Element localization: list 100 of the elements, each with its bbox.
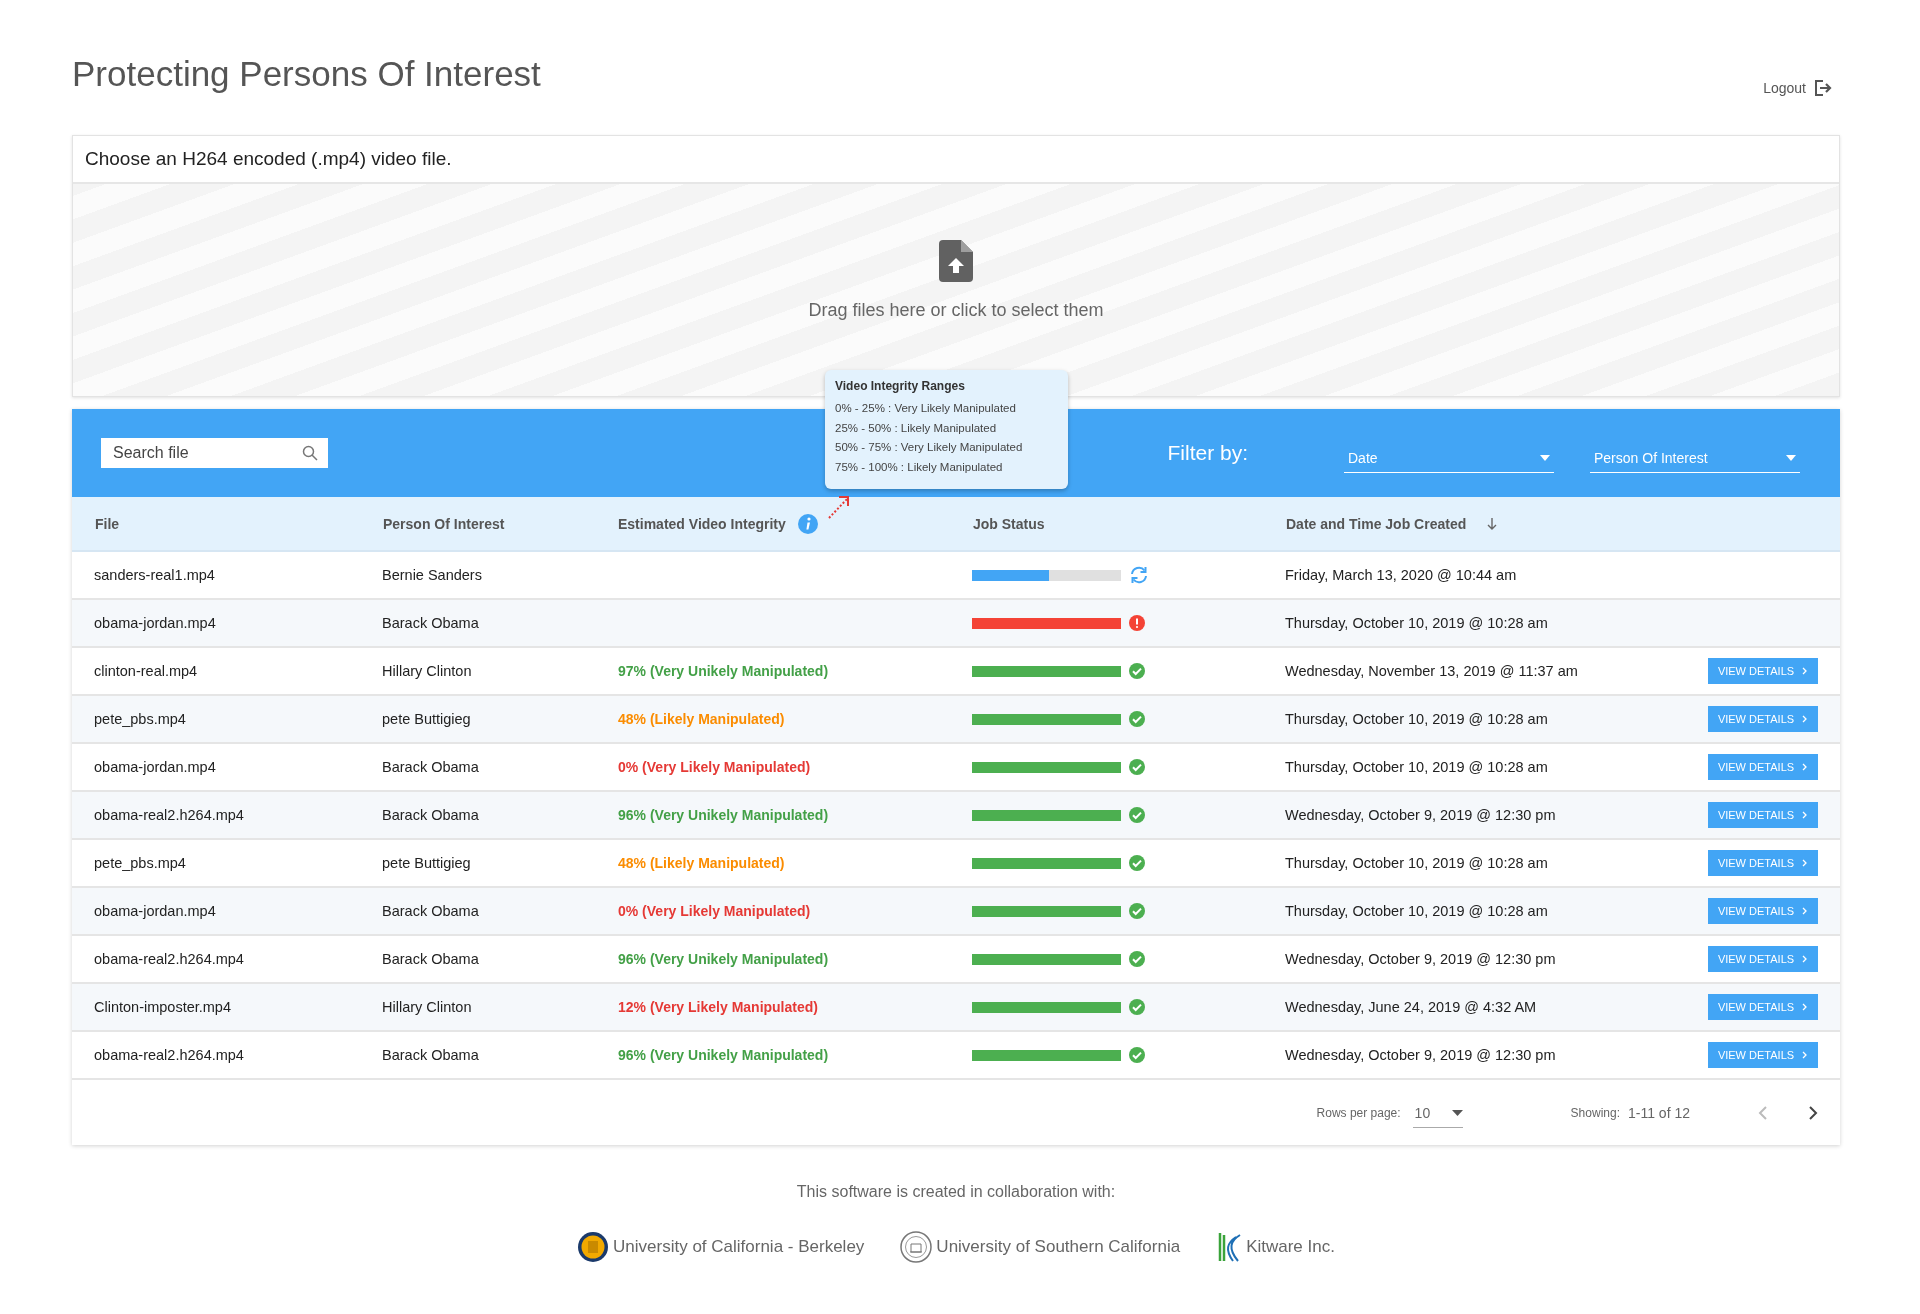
table-cell: Wednesday, October 9, 2019 @ 12:30 pm [1285, 1047, 1556, 1063]
check-icon [1129, 951, 1145, 967]
search-field[interactable]: Search file [101, 438, 328, 468]
table-cell: Thursday, October 10, 2019 @ 10:28 am [1285, 759, 1548, 775]
view-details-button[interactable]: VIEW DETAILS [1708, 994, 1818, 1020]
table-cell: Hillary Clinton [382, 999, 472, 1015]
table-cell: obama-jordan.mp4 [94, 903, 216, 919]
showing-label: Showing: [1570, 1105, 1620, 1120]
view-details-button[interactable]: VIEW DETAILS [1708, 754, 1818, 780]
check-icon [1129, 999, 1145, 1015]
chevron-right-icon [1802, 715, 1809, 723]
refresh-icon [1129, 566, 1149, 584]
column-header: Date and Time Job Created [1286, 515, 1467, 532]
view-details-button[interactable]: VIEW DETAILS [1708, 850, 1818, 876]
tooltip-line: 50% - 75% : Very Likely Manipulated [835, 440, 1024, 455]
table-cell: pete Buttigieg [382, 711, 471, 727]
check-icon [1129, 1047, 1145, 1063]
stripes-logo-icon [1216, 1231, 1243, 1263]
integrity-rating: 96% (Very Unikely Manipulated) [618, 951, 829, 967]
table-cell: Wednesday, June 24, 2019 @ 4:32 AM [1285, 999, 1537, 1015]
integrity-rating: 0% (Very Likely Manipulated) [618, 903, 811, 919]
chevron-right-icon [1802, 1003, 1809, 1011]
table-cell: Hillary Clinton [382, 663, 472, 679]
table-cell: obama-real2.h264.mp4 [94, 951, 244, 967]
table-cell: Bernie Sanders [382, 567, 482, 583]
error-icon [1129, 615, 1145, 631]
partner-name: University of Southern California [936, 1237, 1181, 1257]
sort-arrow-icon[interactable] [1486, 516, 1499, 531]
view-details-button[interactable]: VIEW DETAILS [1708, 706, 1818, 732]
drop-prompt: Drag files here or click to select them [808, 299, 1104, 321]
table-cell: obama-real2.h264.mp4 [94, 1047, 244, 1063]
chevron-right-icon [1802, 763, 1809, 771]
logout-icon [1812, 77, 1832, 98]
chevron-right-icon [1802, 907, 1809, 915]
table-cell: Clinton-imposter.mp4 [94, 999, 231, 1015]
search-icon [302, 445, 318, 461]
view-details-button[interactable]: VIEW DETAILS [1708, 658, 1818, 684]
file-upload-icon [939, 239, 973, 282]
rows-per-page-dropdown[interactable]: 10 [1412, 1103, 1463, 1128]
integrity-rating: 96% (Very Unikely Manipulated) [618, 1047, 829, 1063]
collaboration-note: This software is created in collaboration with: [795, 1183, 1117, 1201]
filter-label: Filter by: [1167, 441, 1248, 465]
chevron-right-icon [1802, 1051, 1809, 1059]
filter-dropdown[interactable]: Person Of Interest [1590, 443, 1800, 473]
chevron-right-icon [1802, 667, 1809, 675]
view-details-button[interactable]: VIEW DETAILS [1708, 898, 1818, 924]
table-cell: Wednesday, October 9, 2019 @ 12:30 pm [1285, 807, 1556, 823]
table-cell: Wednesday, November 13, 2019 @ 11:37 am [1285, 663, 1578, 679]
info-icon[interactable] [797, 513, 818, 534]
caret-icon [1451, 1110, 1463, 1116]
table-cell: Thursday, October 10, 2019 @ 10:28 am [1285, 615, 1548, 631]
partner-name: University of California - Berkeley [613, 1237, 865, 1257]
caret-icon [1786, 454, 1796, 461]
integrity-rating: 96% (Very Unikely Manipulated) [618, 807, 829, 823]
chevron-right-icon [1802, 859, 1809, 867]
partner-name: Kitware Inc. [1246, 1237, 1335, 1257]
integrity-rating: 48% (Likely Manipulated) [618, 711, 785, 727]
chevron-right-icon [1802, 955, 1809, 963]
table-cell: Barack Obama [382, 951, 479, 967]
table-cell: Barack Obama [382, 1047, 479, 1063]
column-header: File [95, 515, 120, 532]
seal-icon [900, 1231, 933, 1263]
table-cell: pete_pbs.mp4 [94, 711, 186, 727]
view-details-button[interactable]: VIEW DETAILS [1708, 946, 1818, 972]
check-icon [1129, 807, 1145, 823]
tooltip-line: 0% - 25% : Very Likely Manipulated [835, 401, 1017, 416]
logout-link[interactable]: Logout [1763, 37, 1832, 98]
table-cell: Thursday, October 10, 2019 @ 10:28 am [1285, 903, 1548, 919]
tooltip-title: Video Integrity Ranges [835, 379, 966, 393]
rows-per-page-label: Rows per page: [1316, 1105, 1401, 1120]
integrity-rating: 12% (Very Likely Manipulated) [618, 999, 818, 1015]
caret-icon [1540, 454, 1550, 461]
check-icon [1129, 711, 1145, 727]
table-cell: Barack Obama [382, 615, 479, 631]
table-cell: Thursday, October 10, 2019 @ 10:28 am [1285, 711, 1548, 727]
column-header: Job Status [973, 515, 1045, 532]
integrity-rating: 97% (Very Unikely Manipulated) [618, 663, 829, 679]
pointer-arrow [827, 494, 851, 520]
check-icon [1129, 759, 1145, 775]
filter-dropdown[interactable]: Date [1344, 443, 1554, 473]
table-cell: Thursday, October 10, 2019 @ 10:28 am [1285, 855, 1548, 871]
table-cell: pete_pbs.mp4 [94, 855, 186, 871]
view-details-button[interactable]: VIEW DETAILS [1708, 1042, 1818, 1068]
view-details-button[interactable]: VIEW DETAILS [1708, 802, 1818, 828]
next-page-icon[interactable] [1808, 1104, 1818, 1121]
table-cell: clinton-real.mp4 [94, 663, 198, 679]
check-icon [1129, 855, 1145, 871]
table-cell: Barack Obama [382, 807, 479, 823]
table-cell: Friday, March 13, 2020 @ 10:44 am [1285, 567, 1517, 583]
table-cell: obama-real2.h264.mp4 [94, 807, 244, 823]
chevron-right-icon [1802, 811, 1809, 819]
tooltip-line: 25% - 50% : Likely Manipulated [835, 420, 998, 436]
table-cell: Wednesday, October 9, 2019 @ 12:30 pm [1285, 951, 1556, 967]
check-icon [1129, 903, 1145, 919]
table-cell: obama-jordan.mp4 [94, 759, 216, 775]
page-title: Protecting Persons Of Interest [72, 52, 541, 94]
seal-icon [577, 1231, 610, 1263]
integrity-rating: 0% (Very Likely Manipulated) [618, 759, 811, 775]
column-header: Person Of Interest [383, 515, 505, 532]
tooltip-line: 75% - 100% : Likely Manipulated [835, 459, 1004, 475]
